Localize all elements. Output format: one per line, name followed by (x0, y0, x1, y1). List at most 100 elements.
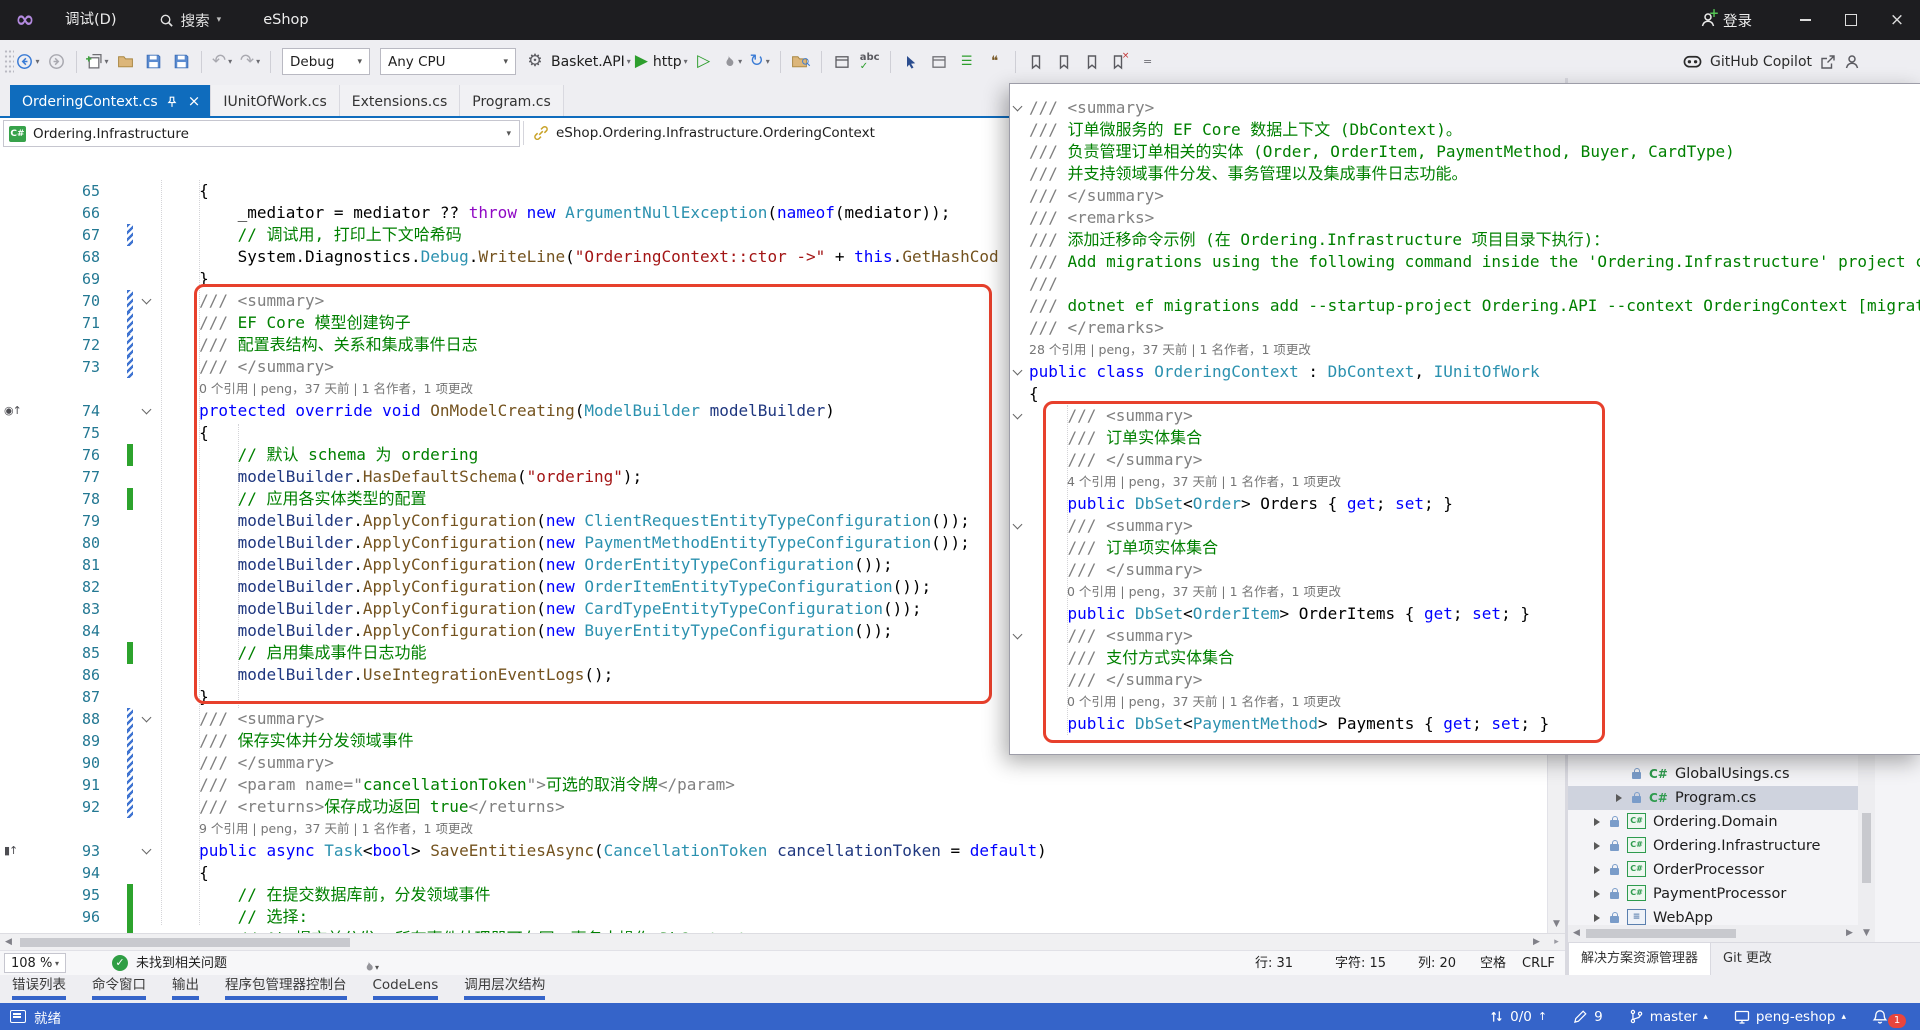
code-line[interactable]: /// </summary> (1010, 185, 1920, 207)
toolbar-overflow-button[interactable]: = (1136, 49, 1160, 75)
code-line[interactable]: /// </summary> (1010, 669, 1920, 691)
code-line[interactable]: public DbSet<OrderItem> OrderItems { get… (1010, 603, 1920, 625)
minimize-button[interactable] (1782, 0, 1828, 40)
code-line[interactable]: /// dotnet ef migrations add --startup-p… (1010, 295, 1920, 317)
code-line[interactable]: /// 订单项实体集合 (1010, 537, 1920, 559)
code-line[interactable]: /// <summary> (1010, 97, 1920, 119)
code-line[interactable]: /// <summary> (1010, 625, 1920, 647)
undo-button[interactable]: ↶ ▾ (210, 49, 234, 75)
code-line[interactable]: /// Add migrations using the following c… (1010, 251, 1920, 273)
solution-explorer-vertical-scrollbar[interactable]: ▼ (1858, 753, 1875, 942)
fold-chevron-icon[interactable] (1013, 521, 1023, 531)
copilot-label[interactable]: GitHub Copilot (1710, 54, 1812, 70)
tree-item[interactable]: C# OrderProcessor (1568, 858, 1873, 882)
startup-settings-gear-icon[interactable]: ⚙ (523, 49, 547, 75)
tree-item[interactable]: C# PaymentProcessor (1568, 882, 1873, 906)
zoom-level-combobox[interactable]: 108 % ▾ (4, 953, 66, 973)
navigate-forward-button[interactable] (44, 49, 68, 75)
maximize-button[interactable] (1828, 0, 1874, 40)
feedback-person-icon[interactable] (1844, 54, 1860, 70)
code-line[interactable]: 94 { (0, 862, 1565, 884)
code-line[interactable]: 96 // 选择: (0, 906, 1565, 928)
pin-icon[interactable] (165, 95, 179, 109)
code-line[interactable]: /// 添加迁移命令示例 (在 Ordering.Infrastructure … (1010, 229, 1920, 251)
notifications-bell[interactable]: 1 (1872, 1006, 1906, 1028)
bottom-tab[interactable]: 命令窗口 (92, 975, 146, 1000)
new-project-button[interactable]: ▾ (85, 49, 109, 75)
code-line[interactable]: /// </remarks> (1010, 317, 1920, 339)
redo-button[interactable]: ↷ ▾ (238, 49, 262, 75)
panel-tab[interactable]: Git 更改 (1711, 943, 1784, 975)
indent-lines-button[interactable]: ☰ (955, 49, 979, 75)
code-line[interactable]: /// </summary> (1010, 449, 1920, 471)
spell-checker-button[interactable]: abc ✓ (858, 49, 882, 75)
code-line[interactable]: public DbSet<Order> Orders { get; set; } (1010, 493, 1920, 515)
codelens-row[interactable]: 9 个引用 | peng，37 天前 | 1 名作者，1 项更改 (0, 818, 1565, 840)
tree-item[interactable]: C# GlobalUsings.cs (1568, 762, 1873, 786)
code-line[interactable]: /// 负责管理订单相关的实体 (Order, OrderItem, Payme… (1010, 141, 1920, 163)
comment-lines-button[interactable]: ❝ (983, 49, 1007, 75)
sign-in-button[interactable]: + 登录 (1700, 6, 1752, 31)
solution-configuration-combobox[interactable]: Debug ▾ (282, 48, 370, 75)
document-tab[interactable]: IUnitOfWork.cs (211, 85, 340, 118)
navigate-pointer-button[interactable] (899, 49, 923, 75)
git-branch-selector[interactable]: master ▴ (1629, 1009, 1708, 1025)
project-dropdown[interactable]: C# Ordering.Infrastructure ▾ (3, 120, 520, 147)
document-tab[interactable]: Program.cs (460, 85, 564, 118)
code-line[interactable]: public class OrderingContext : DbContext… (1010, 361, 1920, 383)
solution-explorer-horizontal-scrollbar[interactable]: ◀ ▶ (1568, 925, 1858, 942)
code-line[interactable]: /// 订单微服务的 EF Core 数据上下文 (DbContext)。 (1010, 119, 1920, 141)
tree-item[interactable]: C# Ordering.Domain (1568, 810, 1873, 834)
clear-bookmarks-button[interactable]: × (1108, 49, 1132, 75)
code-line[interactable]: 91 /// <param name="cancellationToken">可… (0, 774, 1565, 796)
expander-icon[interactable] (1594, 890, 1600, 898)
line-ending-indicator[interactable]: CRLF (1522, 951, 1555, 976)
navigate-back-button[interactable]: ▾ (16, 49, 40, 75)
search-control[interactable]: 搜索 ▾ (159, 10, 221, 31)
panel-tab[interactable]: 解决方案资源管理器 (1568, 943, 1712, 975)
code-line[interactable]: { (1010, 383, 1920, 405)
next-bookmark-button[interactable] (1080, 49, 1104, 75)
pending-edits-status[interactable]: 9 (1573, 1009, 1603, 1025)
toolbar-grip[interactable] (4, 48, 14, 75)
caret-column-indicator[interactable]: 列: 20 (1418, 951, 1456, 976)
close-tab-icon[interactable]: × (188, 94, 201, 109)
share-icon[interactable] (1820, 54, 1836, 70)
solution-platform-combobox[interactable]: Any CPU ▾ (380, 48, 516, 75)
open-file-button[interactable] (113, 49, 137, 75)
editor-horizontal-scrollbar[interactable]: ◀ ▶ ▸ (0, 933, 1565, 951)
hot-reload-button[interactable]: ▾ (720, 49, 744, 75)
save-all-button[interactable] (169, 49, 193, 75)
code-line[interactable]: public DbSet<PaymentMethod> Payments { g… (1010, 713, 1920, 735)
code-line[interactable]: 95 // 在提交数据库前，分发领域事件 (0, 884, 1565, 906)
tree-item[interactable]: C# Ordering.Infrastructure (1568, 834, 1873, 858)
expander-icon[interactable] (1616, 794, 1622, 802)
code-cleanup-button[interactable] (927, 49, 951, 75)
code-line[interactable]: /// <remarks> (1010, 207, 1920, 229)
show-output-window-button[interactable] (830, 49, 854, 75)
expander-icon[interactable] (1594, 842, 1600, 850)
codelens-row[interactable]: 28 个引用 | peng，37 天前 | 1 名作者，1 项更改 (1010, 339, 1920, 361)
tree-item[interactable]: C# Program.cs (1568, 786, 1873, 810)
close-button[interactable]: × (1874, 0, 1920, 40)
expander-icon[interactable] (1594, 866, 1600, 874)
bottom-tab[interactable]: 调用层次结构 (464, 975, 546, 1000)
startup-project-combobox[interactable]: Basket.API ▾ (551, 49, 631, 75)
menu-item[interactable]: 调试(D) (52, 0, 133, 40)
code-line[interactable]: /// <summary> (1010, 515, 1920, 537)
code-line[interactable]: /// <summary> (1010, 405, 1920, 427)
bottom-tab[interactable]: 输出 (172, 975, 199, 1000)
start-without-debugging-button[interactable]: ▷ (692, 49, 716, 75)
find-in-files-button[interactable] (789, 49, 813, 75)
expander-icon[interactable] (1594, 818, 1600, 826)
codelens-row[interactable]: 4 个引用 | peng，37 天前 | 1 名作者，1 项更改 (1010, 471, 1920, 493)
document-tab[interactable]: Extensions.cs (339, 85, 461, 118)
code-line[interactable]: 90 /// </summary> (0, 752, 1565, 774)
type-dropdown[interactable]: eShop.Ordering.Infrastructure.OrderingCo… (533, 120, 875, 145)
bottom-tab[interactable]: 错误列表 (12, 975, 66, 1000)
code-line[interactable]: /// 支付方式实体集合 (1010, 647, 1920, 669)
indentation-mode-indicator[interactable]: 空格 (1480, 951, 1506, 976)
bottom-tab[interactable]: CodeLens (372, 975, 439, 1000)
caret-char-indicator[interactable]: 字符: 15 (1335, 951, 1386, 976)
git-repository-selector[interactable]: peng-eshop ▴ (1734, 1009, 1846, 1025)
